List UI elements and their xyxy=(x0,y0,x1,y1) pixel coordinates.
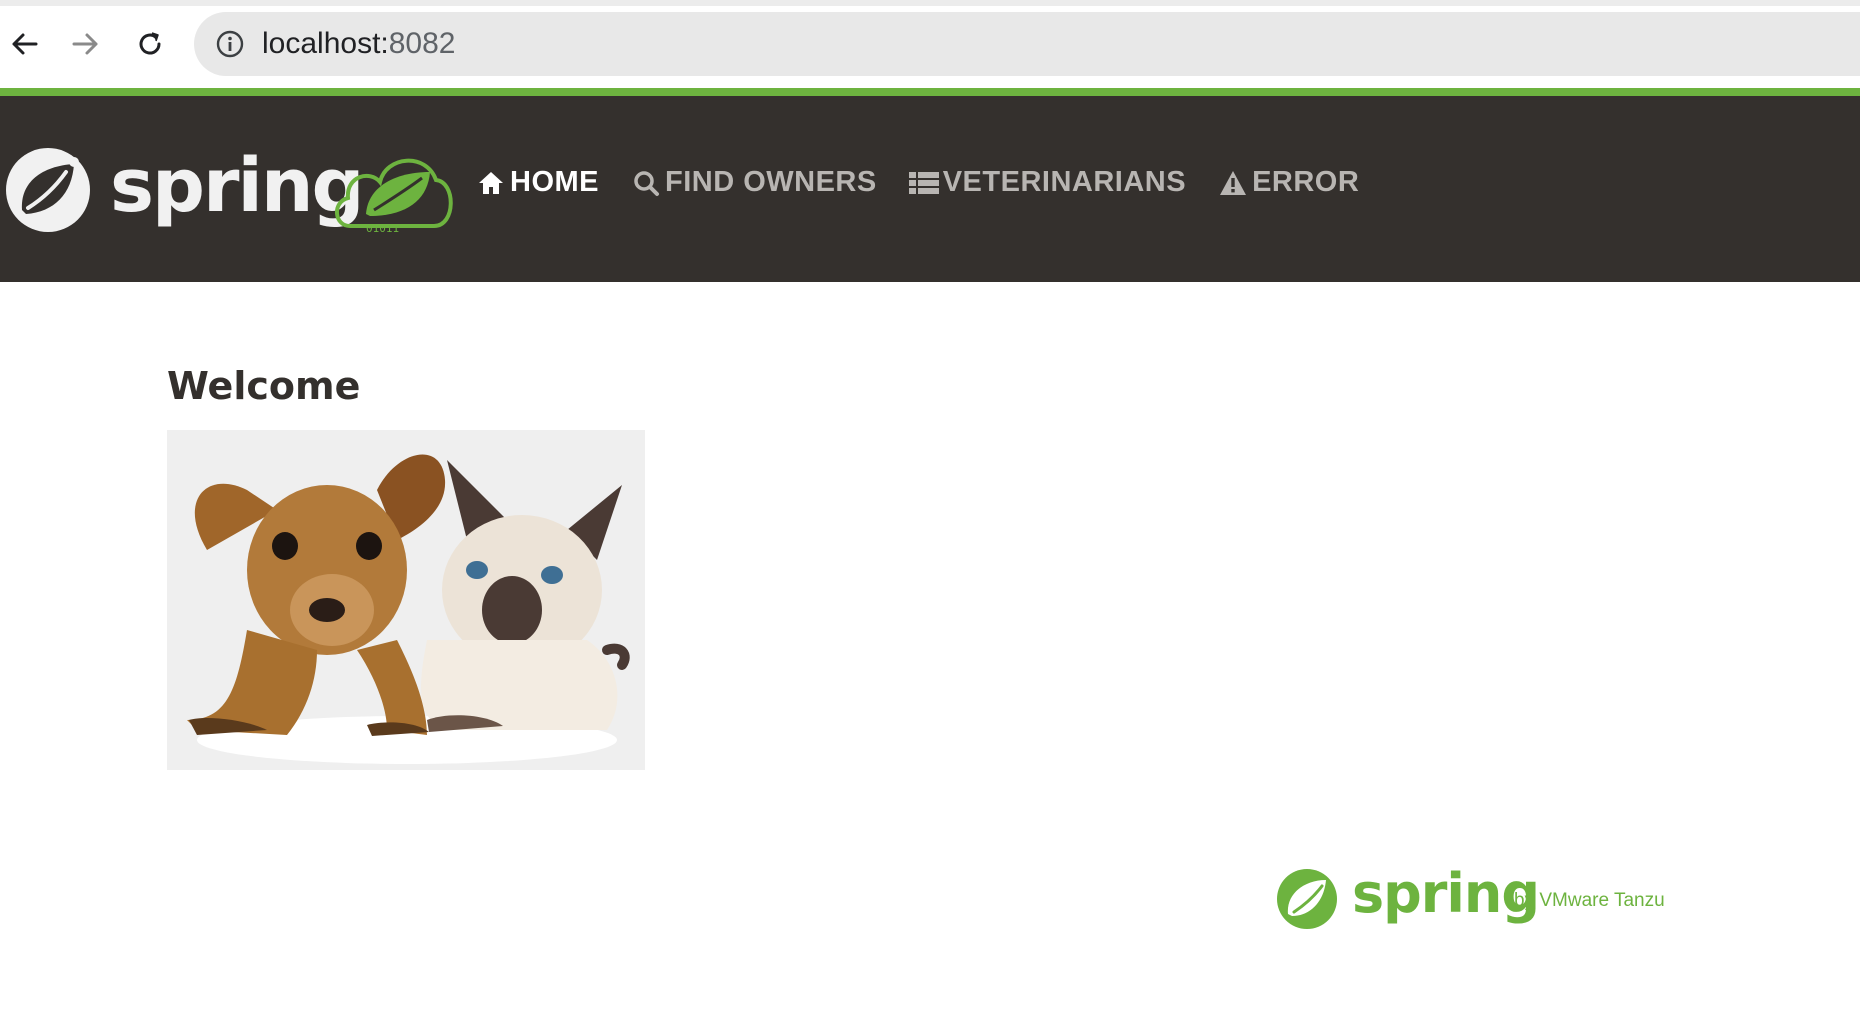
cloud-leaf-icon: 01011 xyxy=(335,158,453,235)
warning-icon xyxy=(1218,168,1248,198)
url-text[interactable]: localhost:8082 xyxy=(262,26,456,62)
nav-find-owners-label: FIND OWNERS xyxy=(665,166,877,198)
footer-byline: by VMware Tanzu xyxy=(1514,890,1665,911)
back-button[interactable] xyxy=(0,20,48,68)
nav-error-label: ERROR xyxy=(1252,166,1360,198)
accent-bar xyxy=(0,88,1860,96)
home-icon xyxy=(476,168,506,198)
nav-home[interactable]: HOME xyxy=(476,166,599,199)
search-icon xyxy=(631,168,661,198)
browser-top-edge xyxy=(0,0,1860,6)
nav-home-label: HOME xyxy=(510,166,599,198)
main-nav: HOME FIND OWNERS VETERINARIANS ERROR xyxy=(476,166,1391,199)
page-title: Welcome xyxy=(167,364,361,408)
list-icon xyxy=(908,168,939,198)
back-arrow-icon xyxy=(12,33,38,55)
browser-toolbar: localhost:8082 xyxy=(0,0,1860,88)
nav-veterinarians-label: VETERINARIANS xyxy=(942,166,1187,198)
brand-binary-text: 01011 xyxy=(366,222,399,235)
spring-leaf-icon xyxy=(1277,869,1337,929)
spring-leaf-icon xyxy=(6,148,90,232)
forward-arrow-icon xyxy=(72,33,98,55)
nav-error[interactable]: ERROR xyxy=(1218,166,1359,199)
address-bar[interactable]: localhost:8082 xyxy=(194,12,1860,76)
url-port: 8082 xyxy=(388,27,456,60)
footer-spring-logo[interactable]: spring by VMware Tanzu xyxy=(1274,862,1694,932)
forward-button[interactable] xyxy=(62,20,110,68)
info-icon xyxy=(216,30,244,58)
url-host: localhost: xyxy=(262,27,389,60)
app-navbar: spring 01011 HOME FIND OWNERS VETERINARI… xyxy=(0,96,1860,282)
brand-text: spring xyxy=(110,143,365,229)
footer-brand-text: spring xyxy=(1352,862,1540,925)
nav-find-owners[interactable]: FIND OWNERS xyxy=(631,166,877,199)
nav-veterinarians[interactable]: VETERINARIANS xyxy=(908,166,1187,199)
reload-button[interactable] xyxy=(126,20,174,68)
spring-logo[interactable]: spring 01011 xyxy=(0,142,460,242)
reload-icon xyxy=(139,32,161,55)
pets-image xyxy=(167,430,645,770)
